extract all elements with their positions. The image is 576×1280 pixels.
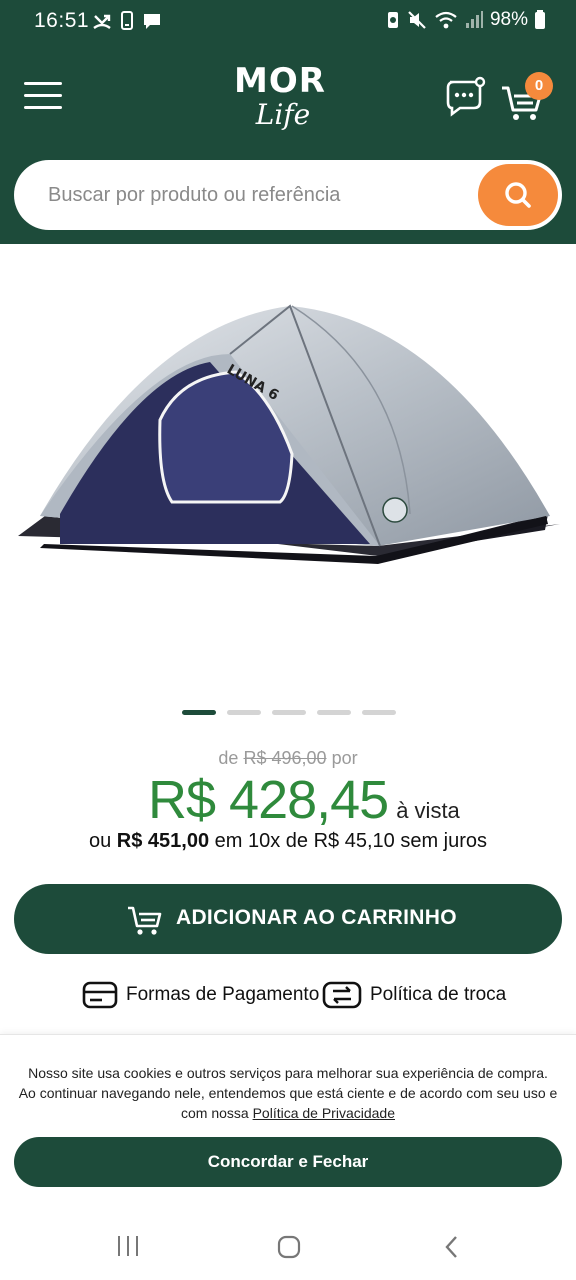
app-root: 16:51 98% MOR Life 0 Buscar por produto … xyxy=(0,0,576,1280)
site-header: MOR Life 0 xyxy=(0,44,576,244)
hamburger-menu-button[interactable] xyxy=(24,82,62,118)
chat-icon[interactable] xyxy=(444,76,486,118)
search-button[interactable] xyxy=(478,164,558,226)
menu-line-icon xyxy=(24,106,62,109)
menu-line-icon xyxy=(24,82,62,85)
battery-percent: 98% xyxy=(489,9,528,30)
info-links-row: Formas de Pagamento Política de troca xyxy=(0,980,576,1016)
installments-line: ou R$ 451,00 em 10x de R$ 45,10 sem juro… xyxy=(0,830,576,853)
mute-icon xyxy=(408,11,426,29)
search-bar xyxy=(14,160,562,230)
privacy-policy-link[interactable]: Política de Privacidade xyxy=(253,1105,395,1121)
product-image[interactable]: LUNA 6 xyxy=(0,244,576,694)
status-time: 16:51 xyxy=(34,9,90,32)
old-price-suffix: por xyxy=(331,748,358,768)
carousel-dot-2[interactable] xyxy=(227,710,261,715)
add-to-cart-label: ADICIONAR AO CARRINHO xyxy=(176,906,457,929)
image-carousel-indicators xyxy=(182,710,396,715)
status-system-icons: 98% xyxy=(386,9,546,31)
payment-methods-link[interactable]: Formas de Pagamento xyxy=(82,980,319,1010)
exchange-policy-label: Política de troca xyxy=(370,984,507,1005)
wifi-icon xyxy=(435,11,457,29)
cookie-text-prefix: com nossa xyxy=(180,1105,249,1121)
current-price-line: R$ 428,45 à vista xyxy=(148,768,460,832)
cart-count-badge: 0 xyxy=(525,72,553,100)
cookie-message: Nosso site usa cookies e outros serviços… xyxy=(18,1063,558,1123)
tent-image-icon: LUNA 6 xyxy=(18,304,560,564)
battery-icon xyxy=(535,10,545,29)
exchange-icon xyxy=(322,981,362,1009)
installments-prefix: ou xyxy=(88,830,112,852)
payment-methods-label: Formas de Pagamento xyxy=(126,984,320,1005)
brand-logo[interactable]: MOR Life xyxy=(222,62,338,142)
search-icon xyxy=(505,182,531,208)
accept-cookies-button[interactable]: Concordar e Fechar xyxy=(14,1137,562,1187)
cookie-text-line-1: Nosso site usa cookies e outros serviços… xyxy=(28,1065,548,1081)
credit-card-icon xyxy=(82,981,118,1009)
cookie-text-line-3: com nossa Política de Privacidade xyxy=(18,1103,558,1123)
exchange-policy-link[interactable]: Política de troca xyxy=(322,980,506,1010)
menu-line-icon xyxy=(24,94,62,97)
battery-saver-icon xyxy=(387,12,398,28)
carousel-dot-3[interactable] xyxy=(272,710,306,715)
current-price: R$ 428,45 xyxy=(148,770,389,830)
old-price: R$ 496,00 xyxy=(243,748,327,768)
cart-icon xyxy=(128,906,162,935)
installments-detail: em 10x de R$ 45,10 sem juros xyxy=(214,830,488,852)
add-to-cart-button[interactable]: ADICIONAR AO CARRINHO xyxy=(14,884,562,954)
back-icon[interactable] xyxy=(442,1234,462,1260)
carousel-dot-4[interactable] xyxy=(317,710,351,715)
installments-total: R$ 451,00 xyxy=(116,830,210,852)
phone-icon xyxy=(121,11,133,30)
status-notification-icons xyxy=(92,10,162,32)
search-input[interactable] xyxy=(48,160,468,230)
old-price-line: de R$ 496,00 por xyxy=(0,748,576,769)
carousel-dot-5[interactable] xyxy=(362,710,396,715)
logo-life-text: Life xyxy=(255,98,311,131)
price-payment-mode: à vista xyxy=(396,798,460,823)
logo-mor-text: MOR xyxy=(234,61,326,101)
message-icon xyxy=(144,14,160,29)
cookie-text-line-2: Ao continuar navegando nele, entendemos … xyxy=(18,1085,558,1101)
old-price-prefix: de xyxy=(218,748,239,768)
status-bar: 16:51 98% xyxy=(0,0,576,44)
system-navigation-bar xyxy=(0,1212,576,1280)
cookie-banner: Nosso site usa cookies e outros serviços… xyxy=(0,1034,576,1212)
carousel-dot-1[interactable] xyxy=(182,710,216,715)
missed-call-icon xyxy=(93,14,111,29)
recent-apps-icon[interactable] xyxy=(116,1234,140,1258)
signal-icon xyxy=(465,11,483,28)
home-icon[interactable] xyxy=(276,1234,302,1260)
